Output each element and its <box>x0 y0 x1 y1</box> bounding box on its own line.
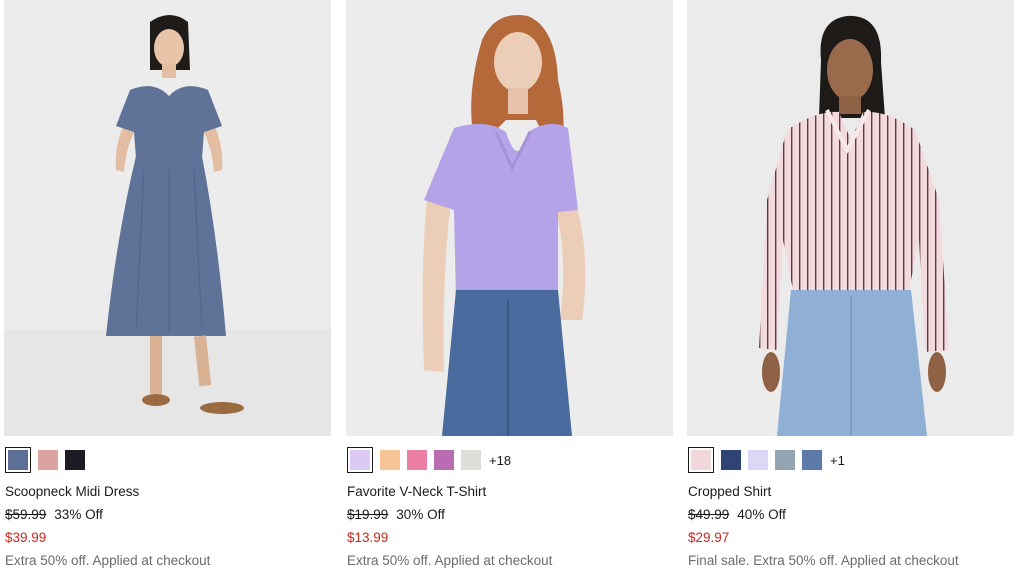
color-swatch-selected[interactable] <box>5 447 31 473</box>
product-name[interactable]: Scoopneck Midi Dress <box>5 484 139 499</box>
color-swatches <box>5 447 85 473</box>
sale-price: $29.97 <box>688 530 730 545</box>
color-swatch-selected[interactable] <box>347 447 373 473</box>
discount-label: 33% Off <box>54 507 103 522</box>
original-price: $49.99 <box>688 507 730 522</box>
promo-text: Extra 50% off. Applied at checkout <box>347 553 553 568</box>
model-in-striped-shirt-illustration <box>687 0 1014 436</box>
color-swatch[interactable] <box>65 450 85 470</box>
price-line: $59.99 33% Off <box>5 507 103 522</box>
model-in-tshirt-illustration <box>346 0 673 436</box>
product-card[interactable]: +1 Cropped Shirt $49.99 40% Off $29.97 F… <box>687 0 1014 579</box>
discount-label: 30% Off <box>396 507 445 522</box>
model-in-dress-illustration <box>4 0 331 436</box>
product-card[interactable]: +18 Favorite V-Neck T-Shirt $19.99 30% O… <box>346 0 673 579</box>
color-swatch[interactable] <box>802 450 822 470</box>
original-price: $19.99 <box>347 507 389 522</box>
price-line: $19.99 30% Off <box>347 507 445 522</box>
color-swatch[interactable] <box>407 450 427 470</box>
product-name[interactable]: Cropped Shirt <box>688 484 771 499</box>
more-colors-link[interactable]: +1 <box>830 453 845 468</box>
color-swatch-selected[interactable] <box>688 447 714 473</box>
promo-text: Final sale. Extra 50% off. Applied at ch… <box>688 553 959 568</box>
sale-price: $13.99 <box>347 530 389 545</box>
color-swatch[interactable] <box>461 450 481 470</box>
color-swatch[interactable] <box>434 450 454 470</box>
promo-text: Extra 50% off. Applied at checkout <box>5 553 211 568</box>
discount-label: 40% Off <box>737 507 786 522</box>
product-name[interactable]: Favorite V-Neck T-Shirt <box>347 484 486 499</box>
product-image[interactable] <box>4 0 331 436</box>
color-swatch[interactable] <box>721 450 741 470</box>
color-swatches: +1 <box>688 447 845 473</box>
sale-price: $39.99 <box>5 530 47 545</box>
product-card[interactable]: Scoopneck Midi Dress $59.99 33% Off $39.… <box>4 0 331 579</box>
original-price: $59.99 <box>5 507 47 522</box>
product-image[interactable] <box>346 0 673 436</box>
color-swatch[interactable] <box>775 450 795 470</box>
color-swatch[interactable] <box>38 450 58 470</box>
color-swatches: +18 <box>347 447 511 473</box>
color-swatch[interactable] <box>380 450 400 470</box>
color-swatch[interactable] <box>748 450 768 470</box>
product-image[interactable] <box>687 0 1014 436</box>
more-colors-link[interactable]: +18 <box>489 453 511 468</box>
price-line: $49.99 40% Off <box>688 507 786 522</box>
